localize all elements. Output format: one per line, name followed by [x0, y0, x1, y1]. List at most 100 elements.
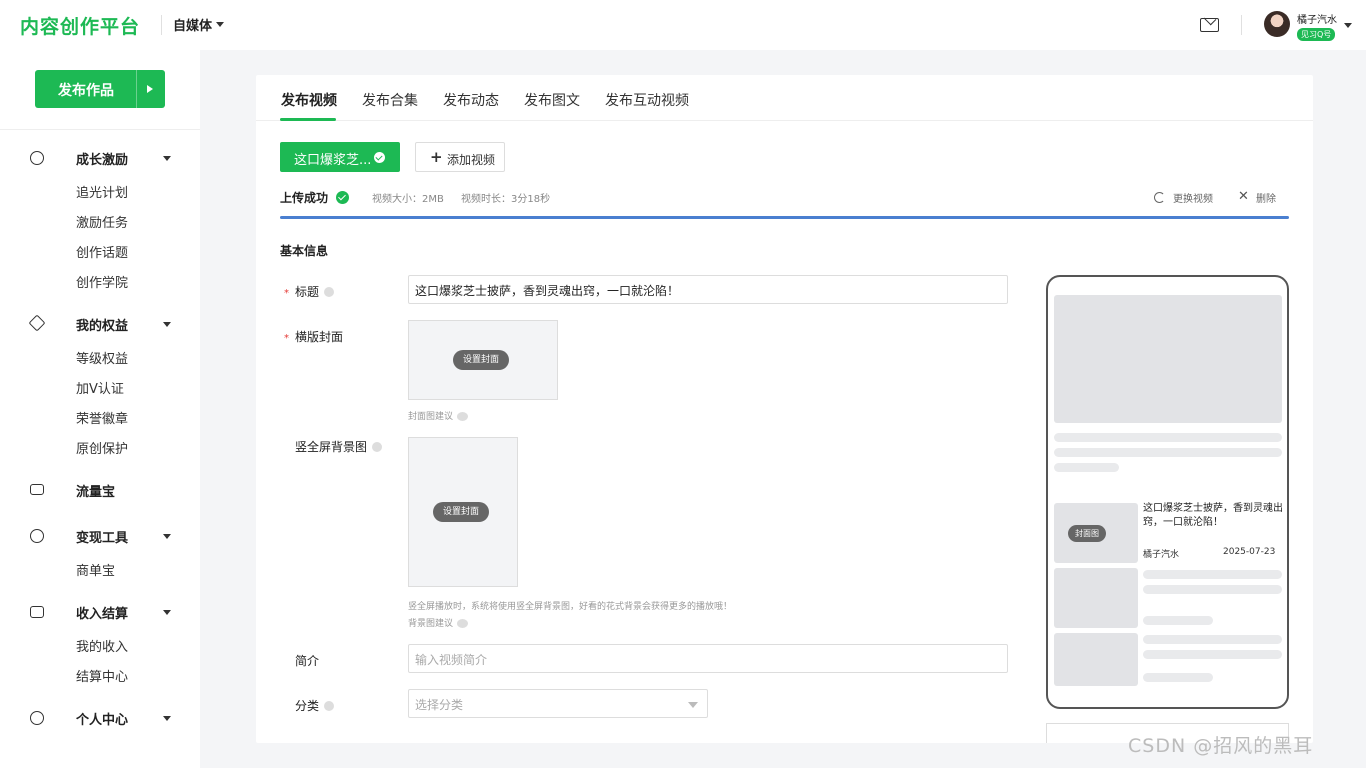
category-label-text: 分类 — [295, 699, 320, 713]
vertical-bg-upload[interactable]: 设置封面 — [408, 437, 518, 587]
tab-publish-article[interactable]: 发布图文 — [524, 90, 580, 110]
success-icon — [336, 191, 349, 204]
sidebar-item[interactable]: 创作话题 — [76, 242, 128, 261]
sidebar-item[interactable]: 等级权益 — [76, 348, 128, 367]
sidebar-group-label: 流量宝 — [76, 484, 116, 500]
sidebar: 发布作品 成长激励 追光计划 激励任务 创作话题 创作学院 我的权益 等级权益 … — [0, 50, 200, 768]
chevron-down-icon — [163, 322, 171, 327]
mobile-preview: 封面图 这口爆浆芝士披萨，香到灵魂出窍，一口就沦陷！ 橘子汽水 2025-07-… — [1046, 275, 1289, 709]
skeleton-line — [1143, 585, 1282, 594]
skeleton-line — [1143, 673, 1213, 682]
button-divider — [136, 70, 137, 108]
chevron-down-icon — [163, 716, 171, 721]
horizontal-cover-upload[interactable]: 设置封面 — [408, 320, 558, 400]
avatar[interactable] — [1264, 11, 1290, 37]
sidebar-group-traffic[interactable]: 流量宝 — [0, 480, 200, 500]
sidebar-item[interactable]: 结算中心 — [76, 666, 128, 685]
diamond-icon — [28, 314, 46, 332]
sidebar-item[interactable]: 加V认证 — [76, 378, 124, 397]
medal-icon — [30, 151, 44, 165]
preview-cover-tag: 封面图 — [1068, 525, 1106, 542]
set-cover-button[interactable]: 设置封面 — [453, 350, 510, 370]
wallet-icon — [30, 606, 44, 618]
plus-icon: + — [430, 148, 443, 166]
category-label: 分类 — [295, 697, 335, 714]
skeleton-line — [1054, 433, 1282, 442]
mail-icon[interactable] — [1200, 18, 1219, 32]
sidebar-item[interactable]: 荣誉徽章 — [76, 408, 128, 427]
add-video-button[interactable]: + 添加视频 — [415, 142, 505, 172]
watermark: CSDN @招风的黑耳 — [1128, 735, 1314, 757]
skeleton-thumb — [1054, 633, 1138, 686]
close-icon[interactable]: ✕ — [1238, 190, 1249, 203]
replace-video-button[interactable]: 更换视频 — [1173, 190, 1213, 205]
vertical-bg-hint: 竖全屏播放时，系统将使用竖全屏背景图，好看的花式背景会获得更多的播放哦！ — [408, 602, 733, 612]
comment-icon[interactable] — [457, 412, 469, 421]
sidebar-divider — [0, 129, 200, 130]
category-placeholder: 选择分类 — [415, 698, 464, 712]
tab-publish-collection[interactable]: 发布合集 — [362, 90, 418, 110]
sidebar-group-label: 成长激励 — [76, 152, 129, 168]
skeleton-line — [1143, 650, 1282, 659]
skeleton-line — [1143, 570, 1282, 579]
sidebar-group-profile[interactable]: 个人中心 — [0, 708, 200, 728]
publish-work-button[interactable]: 发布作品 — [35, 70, 165, 108]
sidebar-group-income[interactable]: 收入结算 — [0, 602, 200, 622]
preview-video-placeholder — [1054, 295, 1282, 423]
chevron-down-icon — [688, 702, 698, 708]
sidebar-group-label: 变现工具 — [76, 530, 129, 546]
sidebar-item[interactable]: 商单宝 — [76, 560, 115, 579]
title-input[interactable]: 这口爆浆芝士披萨，香到灵魂出窍，一口就沦陷！ — [408, 275, 1008, 304]
platform-logo[interactable]: 内容创作平台 — [20, 12, 140, 39]
caret-right-icon — [147, 85, 153, 93]
sidebar-group-monetize[interactable]: 变现工具 — [0, 526, 200, 546]
sidebar-group-label: 我的权益 — [76, 318, 129, 334]
sidebar-group-rights[interactable]: 我的权益 — [0, 314, 200, 334]
upload-progress-bar — [280, 216, 1289, 219]
sidebar-item[interactable]: 我的收入 — [76, 636, 128, 655]
cover-hint-text: 封面图建议 — [408, 412, 454, 422]
platform-label: 自媒体 — [173, 19, 213, 34]
sidebar-item[interactable]: 追光计划 — [76, 182, 128, 201]
sidebar-group-growth[interactable]: 成长激励 — [0, 148, 200, 168]
publish-work-label: 发布作品 — [58, 83, 114, 99]
cover-label-text: 横版封面 — [295, 330, 344, 344]
help-icon[interactable] — [324, 701, 335, 711]
sidebar-item[interactable]: 原创保护 — [76, 438, 128, 457]
chevron-down-icon[interactable] — [1344, 23, 1352, 28]
help-icon[interactable] — [324, 287, 335, 297]
category-select[interactable]: 选择分类 — [408, 689, 708, 718]
user-name[interactable]: 橘子汽水 — [1297, 11, 1337, 26]
preview-author: 橘子汽水 — [1143, 550, 1180, 560]
skeleton-thumb — [1054, 568, 1138, 628]
uploaded-video-chip[interactable]: 这口爆浆芝... — [280, 142, 400, 172]
skeleton-line — [1054, 463, 1119, 472]
ticket-icon — [30, 484, 44, 495]
tab-publish-moment[interactable]: 发布动态 — [443, 90, 499, 110]
tab-publish-interactive-video[interactable]: 发布互动视频 — [605, 90, 689, 110]
platform-switch[interactable]: 自媒体 — [173, 15, 225, 34]
delete-video-button[interactable]: 删除 — [1256, 190, 1276, 205]
logo-divider — [161, 15, 162, 35]
header-divider — [1241, 15, 1242, 35]
comment-icon[interactable] — [457, 619, 469, 628]
sidebar-group-label: 个人中心 — [76, 712, 129, 728]
yen-icon — [30, 529, 44, 543]
chevron-down-icon — [163, 610, 171, 615]
top-bar: 内容创作平台 自媒体 橘子汽水 见习Q号 — [0, 0, 1366, 50]
sidebar-item[interactable]: 激励任务 — [76, 212, 128, 231]
title-label-text: 标题 — [295, 285, 320, 299]
set-cover-button[interactable]: 设置封面 — [433, 502, 490, 522]
chevron-down-icon — [216, 22, 225, 27]
video-duration: 视频时长：3分18秒 — [461, 194, 551, 205]
refresh-icon[interactable] — [1154, 192, 1165, 203]
sidebar-item[interactable]: 创作学院 — [76, 272, 128, 291]
add-video-label: 添加视频 — [447, 153, 496, 167]
vertical-bg-label: 竖全屏背景图 — [295, 438, 383, 455]
help-icon[interactable] — [372, 442, 383, 452]
tab-publish-video[interactable]: 发布视频 — [281, 90, 337, 110]
intro-input[interactable]: 输入视频简介 — [408, 644, 1008, 673]
cover-hint: 封面图建议 — [408, 409, 469, 422]
section-title-basic-info: 基本信息 — [280, 244, 329, 258]
title-label: * 标题 — [284, 283, 335, 300]
